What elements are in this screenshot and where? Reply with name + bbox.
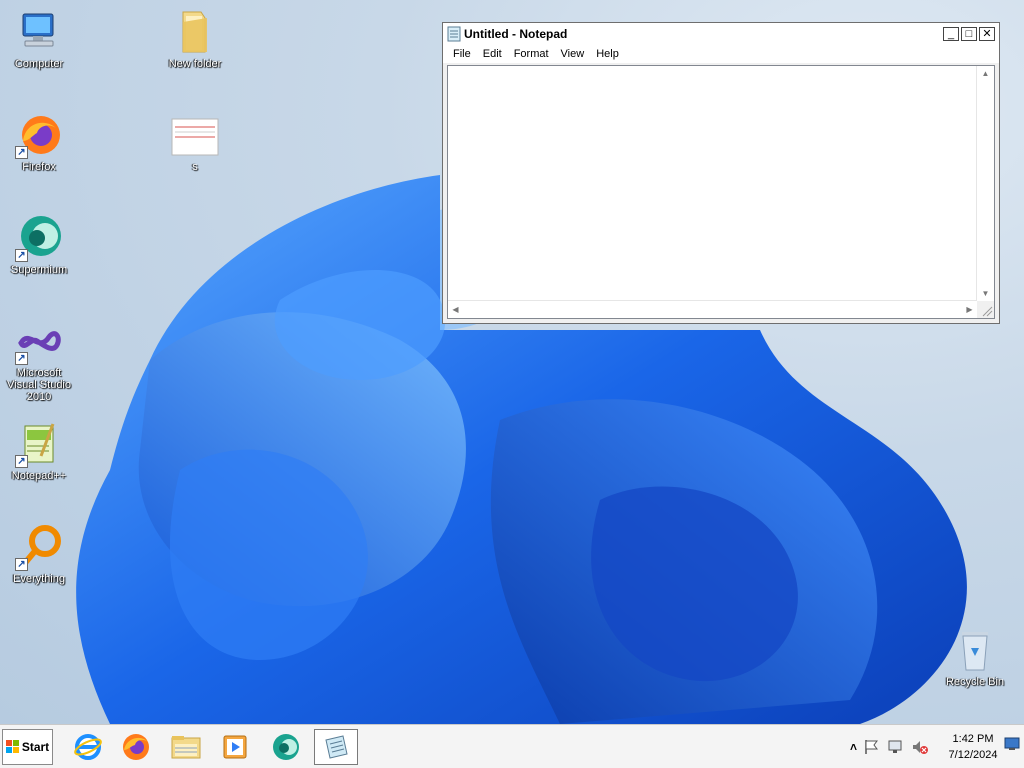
clock-date: 7/12/2024 xyxy=(948,749,998,761)
horizontal-scrollbar[interactable]: ◀ ▶ xyxy=(448,300,977,318)
desktop: Computer New folder ↗ Firefox s ↗ Superm… xyxy=(0,0,1024,724)
taskbar-firefox[interactable] xyxy=(114,729,158,765)
menu-format[interactable]: Format xyxy=(508,48,555,60)
document-icon xyxy=(171,118,219,156)
taskbar-media-player[interactable] xyxy=(213,729,257,765)
notepad-titlebar[interactable]: Untitled - Notepad _ □ ✕ xyxy=(443,23,999,45)
computer-icon xyxy=(22,13,54,47)
network-icon[interactable] xyxy=(887,739,905,755)
taskbar-file-explorer[interactable] xyxy=(164,729,208,765)
firefox-icon xyxy=(123,734,149,760)
scroll-up-icon[interactable]: ▲ xyxy=(978,66,993,81)
maximize-icon: □ xyxy=(965,28,973,40)
start-button[interactable]: Start xyxy=(2,729,53,765)
desktop-icon-s[interactable]: s xyxy=(157,111,233,173)
window-title: Untitled - Notepad xyxy=(464,27,568,41)
desktop-icon-label: Notepad++ xyxy=(11,470,67,482)
clock[interactable]: 1:42 PM 7/12/2024 xyxy=(944,731,1002,763)
minimize-icon: _ xyxy=(947,28,955,40)
close-icon: ✕ xyxy=(982,28,992,40)
clock-time: 1:42 PM xyxy=(952,733,994,745)
taskbar-internet-explorer[interactable] xyxy=(66,729,110,765)
folder-icon xyxy=(182,11,207,53)
desktop-icon-everything[interactable]: ↗ Everything xyxy=(1,523,77,585)
menu-edit[interactable]: Edit xyxy=(477,48,508,60)
notepad-window[interactable]: Untitled - Notepad _ □ ✕ File Edit Forma… xyxy=(442,22,1000,324)
media-player-icon xyxy=(223,735,247,759)
notepad-icon xyxy=(447,26,461,42)
scroll-right-icon[interactable]: ▶ xyxy=(962,302,977,317)
desktop-icon-label: Recycle Bin xyxy=(945,676,1005,688)
shortcut-arrow-icon: ↗ xyxy=(15,352,28,365)
desktop-icon-new-folder[interactable]: New folder xyxy=(157,8,233,70)
windows-logo-icon xyxy=(5,740,19,753)
file-explorer-icon xyxy=(171,736,201,759)
shortcut-arrow-icon: ↗ xyxy=(15,455,28,468)
minimize-button[interactable]: _ xyxy=(943,27,959,41)
vertical-scrollbar[interactable]: ▲ ▼ xyxy=(976,66,994,301)
notepad-icon xyxy=(325,735,348,759)
taskbar-supermium[interactable] xyxy=(264,729,308,765)
desktop-icon-label: s xyxy=(192,161,198,173)
system-tray: ˄ xyxy=(850,729,929,765)
show-hidden-icons-chevron-icon[interactable]: ˄ xyxy=(850,740,857,754)
close-button[interactable]: ✕ xyxy=(979,27,995,41)
start-label: Start xyxy=(21,740,50,754)
shortcut-arrow-icon: ↗ xyxy=(15,558,28,571)
internet-explorer-icon xyxy=(74,734,102,760)
desktop-icon-computer[interactable]: Computer xyxy=(1,8,77,70)
desktop-icon-label: Supermium xyxy=(10,264,68,276)
supermium-icon xyxy=(273,734,299,760)
resize-grip-icon[interactable] xyxy=(977,301,994,318)
shortcut-arrow-icon: ↗ xyxy=(15,249,28,262)
scroll-down-icon[interactable]: ▼ xyxy=(978,286,993,301)
desktop-icon-label: Firefox xyxy=(22,161,56,173)
maximize-button[interactable]: □ xyxy=(961,27,977,41)
desktop-icon-label: Computer xyxy=(14,58,64,70)
menu-file[interactable]: File xyxy=(447,48,477,60)
desktop-icon-label: Everything xyxy=(13,573,65,585)
show-desktop-icon[interactable] xyxy=(1004,737,1020,751)
desktop-icon-label: Microsoft Visual Studio 2010 xyxy=(6,367,71,403)
menu-view[interactable]: View xyxy=(555,48,591,60)
menu-help[interactable]: Help xyxy=(590,48,625,60)
taskbar: Start ˄ 1:42 PM 7/12/2024 xyxy=(0,724,1024,768)
desktop-icon-notepad-plus-plus[interactable]: ↗ Notepad++ xyxy=(1,420,77,482)
text-editor-area[interactable]: ▲ ▼ ◀ ▶ xyxy=(447,65,995,319)
volume-muted-icon[interactable] xyxy=(911,739,929,755)
scroll-left-icon[interactable]: ◀ xyxy=(448,302,463,317)
desktop-icon-recycle-bin[interactable]: Recycle Bin xyxy=(937,626,1013,688)
menu-bar: File Edit Format View Help xyxy=(443,45,999,63)
desktop-icon-firefox[interactable]: ↗ Firefox xyxy=(1,111,77,173)
desktop-icon-visual-studio[interactable]: ↗ Microsoft Visual Studio 2010 xyxy=(1,317,77,403)
shortcut-arrow-icon: ↗ xyxy=(15,146,28,159)
recycle-bin-icon xyxy=(962,632,988,671)
action-center-flag-icon[interactable] xyxy=(863,739,881,755)
desktop-icon-label: New folder xyxy=(168,58,222,70)
desktop-icon-supermium[interactable]: ↗ Supermium xyxy=(1,214,77,276)
taskbar-notepad[interactable] xyxy=(314,729,358,765)
